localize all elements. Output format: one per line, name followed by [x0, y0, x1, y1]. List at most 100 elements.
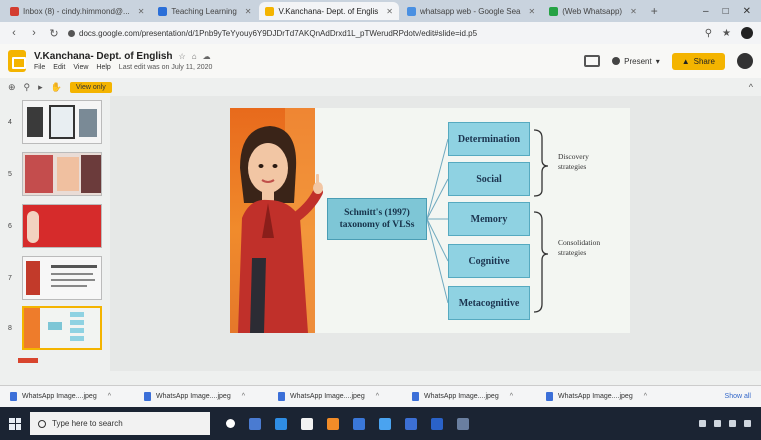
close-window-icon[interactable]: ✕ — [743, 6, 751, 17]
chevron-up-icon[interactable]: ^ — [510, 393, 513, 400]
back-arrow-icon[interactable]: ‹ — [8, 27, 20, 39]
browser-tab[interactable]: whatsapp web - Google Sea ✕ — [401, 2, 541, 20]
word-icon[interactable] — [405, 417, 417, 430]
download-item[interactable]: WhatsApp Image....jpeg ^ — [412, 392, 530, 401]
zoom-icon[interactable]: ⚲ — [705, 28, 712, 39]
mail-icon[interactable] — [379, 417, 391, 430]
present-label: Present — [624, 56, 652, 66]
url-field[interactable]: docs.google.com/presentation/d/1Pnb9yTeY… — [68, 29, 697, 38]
profile-avatar[interactable] — [741, 27, 753, 39]
comment-history-icon[interactable] — [584, 55, 601, 67]
share-button[interactable]: ▲ Share — [671, 52, 725, 70]
next-slide-peek — [18, 358, 38, 363]
gmail-icon — [10, 6, 19, 16]
tab-label: Teaching Learning — [171, 6, 237, 16]
slide-thumbnail[interactable] — [22, 152, 102, 196]
lock-icon — [68, 29, 75, 37]
network-icon[interactable] — [699, 420, 706, 427]
close-tab-icon[interactable]: ✕ — [386, 7, 393, 16]
system-tray — [699, 420, 761, 427]
category-box-memory: Memory — [448, 202, 530, 236]
image-file-icon — [144, 392, 151, 401]
menu-edit[interactable]: Edit — [53, 64, 65, 71]
last-edit-link[interactable]: Last edit was on July 11, 2020 — [119, 64, 213, 71]
star-icon[interactable]: ☆ — [179, 52, 186, 61]
cortana-icon[interactable] — [226, 419, 235, 428]
chrome-icon[interactable] — [431, 417, 443, 430]
taxonomy-title-box: Schmitt's (1997) taxonomy of VLSs — [327, 198, 427, 240]
volume-icon[interactable] — [714, 420, 721, 427]
taskbar-search-box[interactable]: Type here to search — [30, 412, 210, 435]
edge-icon[interactable] — [275, 417, 287, 430]
slide-thumbnail[interactable] — [22, 306, 102, 350]
windows-logo-icon — [9, 417, 21, 430]
category-box-cognitive: Cognitive — [448, 244, 530, 278]
browser-tab[interactable]: (Web Whatsapp) ✕ — [543, 2, 643, 20]
file-explorer-icon[interactable] — [301, 417, 313, 430]
slide-thumbnail[interactable] — [22, 100, 102, 144]
new-tab-button[interactable]: + — [645, 4, 664, 18]
image-file-icon — [278, 392, 285, 401]
chevron-up-icon[interactable]: ^ — [242, 393, 245, 400]
view-only-badge[interactable]: View only — [69, 81, 112, 93]
start-button[interactable] — [0, 407, 30, 440]
tab-label: (Web Whatsapp) — [562, 6, 623, 16]
slide-thumbnail[interactable] — [22, 256, 102, 300]
present-button[interactable]: Present ▾ — [612, 57, 660, 66]
download-item[interactable]: WhatsApp Image....jpeg ^ — [278, 392, 396, 401]
filmstrip-item[interactable]: 7 — [8, 256, 102, 300]
task-view-icon[interactable] — [249, 417, 261, 430]
maximize-icon[interactable]: □ — [723, 6, 729, 17]
download-item[interactable]: WhatsApp Image....jpeg ^ — [546, 392, 664, 401]
hand-icon[interactable]: ✋ — [51, 82, 62, 93]
menu-file[interactable]: File — [34, 64, 45, 71]
move-folder-icon[interactable]: ⌂ — [192, 52, 197, 61]
chevron-up-icon[interactable]: ^ — [644, 393, 647, 400]
search-placeholder: Type here to search — [52, 419, 123, 428]
menu-help[interactable]: Help — [96, 64, 110, 71]
filmstrip-item-selected[interactable]: 8 — [8, 306, 102, 350]
minimize-icon[interactable]: – — [703, 6, 709, 17]
browser-tab[interactable]: Teaching Learning ✕ — [152, 2, 257, 20]
close-tab-icon[interactable]: ✕ — [245, 7, 252, 16]
slide-thumbnail[interactable] — [22, 204, 102, 248]
firefox-icon[interactable] — [327, 417, 339, 430]
slide-number: 7 — [8, 274, 12, 282]
user-avatar[interactable] — [737, 53, 753, 69]
forward-arrow-icon[interactable]: › — [28, 27, 40, 39]
category-box-determination: Determination — [448, 122, 530, 156]
document-title[interactable]: V.Kanchana- Dept. of English — [34, 51, 173, 62]
google-slides-logo-icon[interactable] — [8, 50, 26, 72]
new-slide-icon[interactable]: ⊕ — [8, 82, 16, 93]
download-filename: WhatsApp Image....jpeg — [156, 393, 231, 400]
chevron-up-icon[interactable]: ^ — [376, 393, 379, 400]
browser-tab-active[interactable]: V.Kanchana- Dept. of Englis ✕ — [259, 2, 399, 20]
store-icon[interactable] — [353, 417, 365, 430]
app-icon[interactable] — [457, 417, 469, 430]
download-item[interactable]: WhatsApp Image....jpeg ^ — [10, 392, 128, 401]
chevron-up-icon[interactable]: ^ — [108, 393, 111, 400]
close-tab-icon[interactable]: ✕ — [630, 7, 637, 16]
download-item[interactable]: WhatsApp Image....jpeg ^ — [144, 392, 262, 401]
show-all-downloads-link[interactable]: Show all — [725, 393, 751, 400]
battery-icon[interactable] — [729, 420, 736, 427]
bookmark-star-icon[interactable]: ★ — [722, 28, 731, 39]
present-icon — [612, 57, 621, 65]
zoom-icon[interactable]: ⚲ — [24, 82, 31, 93]
current-slide[interactable]: Schmitt's (1997) taxonomy of VLSs Determ… — [230, 108, 630, 333]
collapse-toolbar-icon[interactable]: ^ — [749, 82, 753, 92]
reload-icon[interactable]: ↻ — [48, 27, 60, 40]
pointer-icon[interactable]: ▸ — [38, 82, 43, 93]
close-tab-icon[interactable]: ✕ — [138, 7, 145, 16]
slide-number: 8 — [8, 324, 12, 332]
browser-tab[interactable]: Inbox (8) - cindy.himmond@... ✕ — [4, 2, 150, 20]
category-label: Determination — [457, 133, 521, 145]
slide-number: 5 — [8, 170, 12, 178]
filmstrip-item[interactable]: 6 — [8, 204, 102, 248]
notification-icon[interactable] — [744, 420, 751, 427]
editor-canvas: Schmitt's (1997) taxonomy of VLSs Determ… — [110, 96, 761, 371]
filmstrip-item[interactable]: 4 — [8, 100, 102, 144]
menu-view[interactable]: View — [73, 64, 88, 71]
close-tab-icon[interactable]: ✕ — [528, 7, 535, 16]
filmstrip-item[interactable]: 5 — [8, 152, 102, 196]
